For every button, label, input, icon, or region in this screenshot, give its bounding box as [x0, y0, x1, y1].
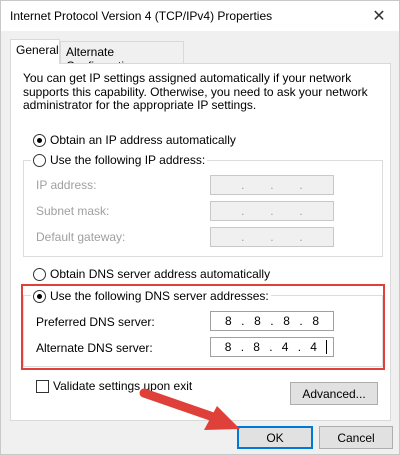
ip-address-field[interactable]: ...	[210, 175, 334, 195]
obtain-dns-auto-label: Obtain DNS server address automatically	[50, 267, 271, 281]
subnet-mask-field[interactable]: ...	[210, 201, 334, 221]
advanced-button[interactable]: Advanced...	[290, 382, 378, 405]
use-following-ip-radio[interactable]: Use the following IP address:	[31, 153, 208, 167]
default-gateway-label: Default gateway:	[36, 230, 126, 244]
ok-button[interactable]: OK	[237, 426, 313, 449]
obtain-ip-auto-radio[interactable]: Obtain an IP address automatically	[33, 133, 236, 147]
use-following-ip-label: Use the following IP address:	[50, 153, 206, 167]
obtain-dns-auto-radio[interactable]: Obtain DNS server address automatically	[33, 267, 270, 281]
subnet-mask-label: Subnet mask:	[36, 204, 110, 218]
radio-unselected-icon[interactable]	[33, 153, 46, 167]
tab-alternate-configuration[interactable]: Alternate Configuration	[60, 41, 184, 73]
radio-unselected-icon[interactable]	[33, 267, 46, 281]
validate-settings-label: Validate settings upon exit	[53, 379, 193, 393]
dns-highlight-box	[21, 284, 385, 370]
ip-address-label: IP address:	[36, 178, 97, 192]
validate-settings-checkbox-row[interactable]: Validate settings upon exit	[36, 379, 192, 393]
cancel-button[interactable]: Cancel	[319, 426, 393, 449]
close-icon[interactable]: ✕	[359, 1, 399, 31]
title-bar: Internet Protocol Version 4 (TCP/IPv4) P…	[1, 1, 399, 31]
validate-checkbox[interactable]	[36, 379, 49, 393]
tab-general[interactable]: General	[10, 39, 60, 64]
description-text: You can get IP settings assigned automat…	[23, 71, 368, 113]
dialog-window: Internet Protocol Version 4 (TCP/IPv4) P…	[0, 0, 400, 455]
radio-selected-icon[interactable]	[33, 133, 46, 147]
default-gateway-field[interactable]: ...	[210, 227, 334, 247]
window-title: Internet Protocol Version 4 (TCP/IPv4) P…	[10, 9, 273, 23]
obtain-ip-auto-label: Obtain an IP address automatically	[50, 133, 236, 147]
